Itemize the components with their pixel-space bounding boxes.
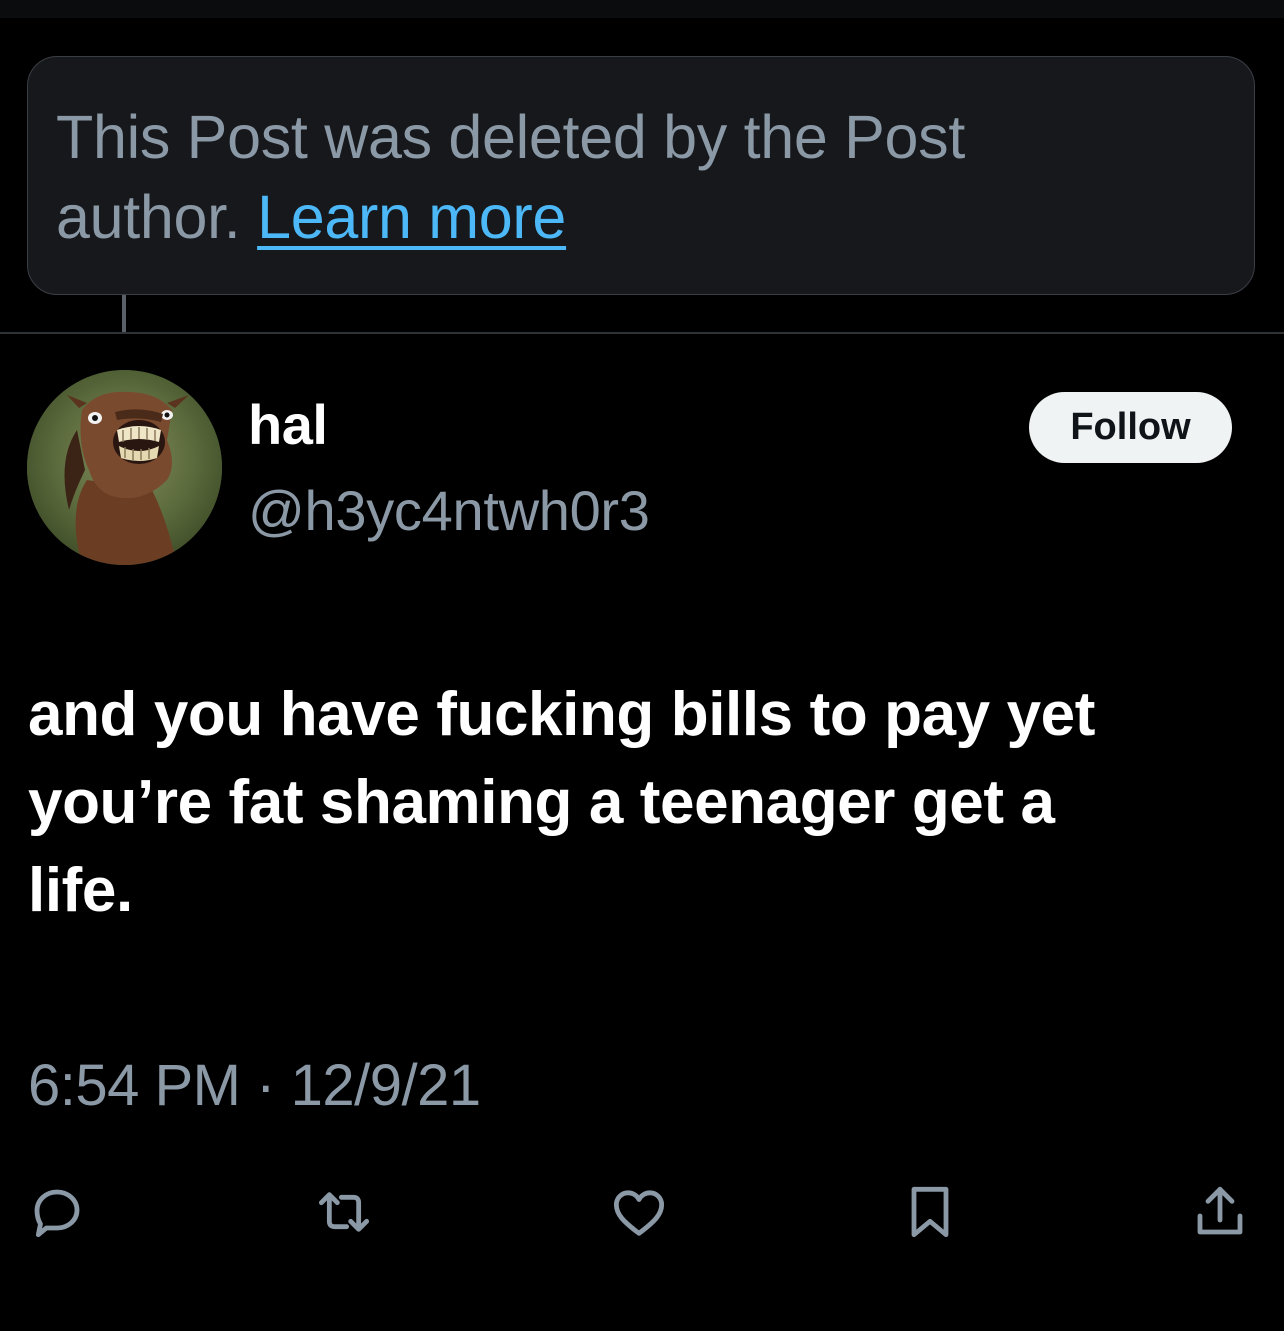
reply-icon — [34, 1189, 80, 1238]
share-icon — [1197, 1186, 1243, 1235]
post-date: 12/9/21 — [290, 1053, 482, 1118]
repost-icon — [318, 1192, 370, 1232]
user-handle[interactable]: @h3yc4ntwh0r3 — [248, 478, 650, 543]
deleted-notice-text-line2: author. — [56, 183, 241, 251]
reply-button[interactable] — [25, 1180, 89, 1244]
like-button[interactable] — [607, 1180, 671, 1244]
display-name[interactable]: hal — [248, 392, 328, 457]
follow-button[interactable]: Follow — [1029, 392, 1232, 463]
post-timestamp[interactable]: 6:54 PM · 12/9/21 — [28, 1052, 481, 1119]
avatar[interactable] — [27, 370, 222, 565]
post-time: 6:54 PM — [28, 1053, 241, 1118]
bookmark-button[interactable] — [898, 1180, 962, 1244]
like-icon — [613, 1190, 665, 1236]
deleted-notice-text: This Post was deleted by the Post — [56, 103, 965, 171]
post-text: and you have fucking bills to pay yet yo… — [28, 680, 1248, 944]
action-bar — [0, 1180, 1284, 1250]
meta-separator: · — [256, 1053, 275, 1118]
share-button[interactable] — [1188, 1180, 1252, 1244]
status-strip — [0, 0, 1284, 18]
deleted-post-notice: This Post was deleted by the Post author… — [27, 56, 1255, 295]
repost-button[interactable] — [312, 1180, 376, 1244]
bookmark-icon — [911, 1186, 949, 1238]
horse-avatar-icon — [27, 370, 222, 565]
thread-connector-line — [122, 295, 126, 333]
divider — [0, 332, 1284, 334]
learn-more-link[interactable]: Learn more — [257, 183, 566, 251]
